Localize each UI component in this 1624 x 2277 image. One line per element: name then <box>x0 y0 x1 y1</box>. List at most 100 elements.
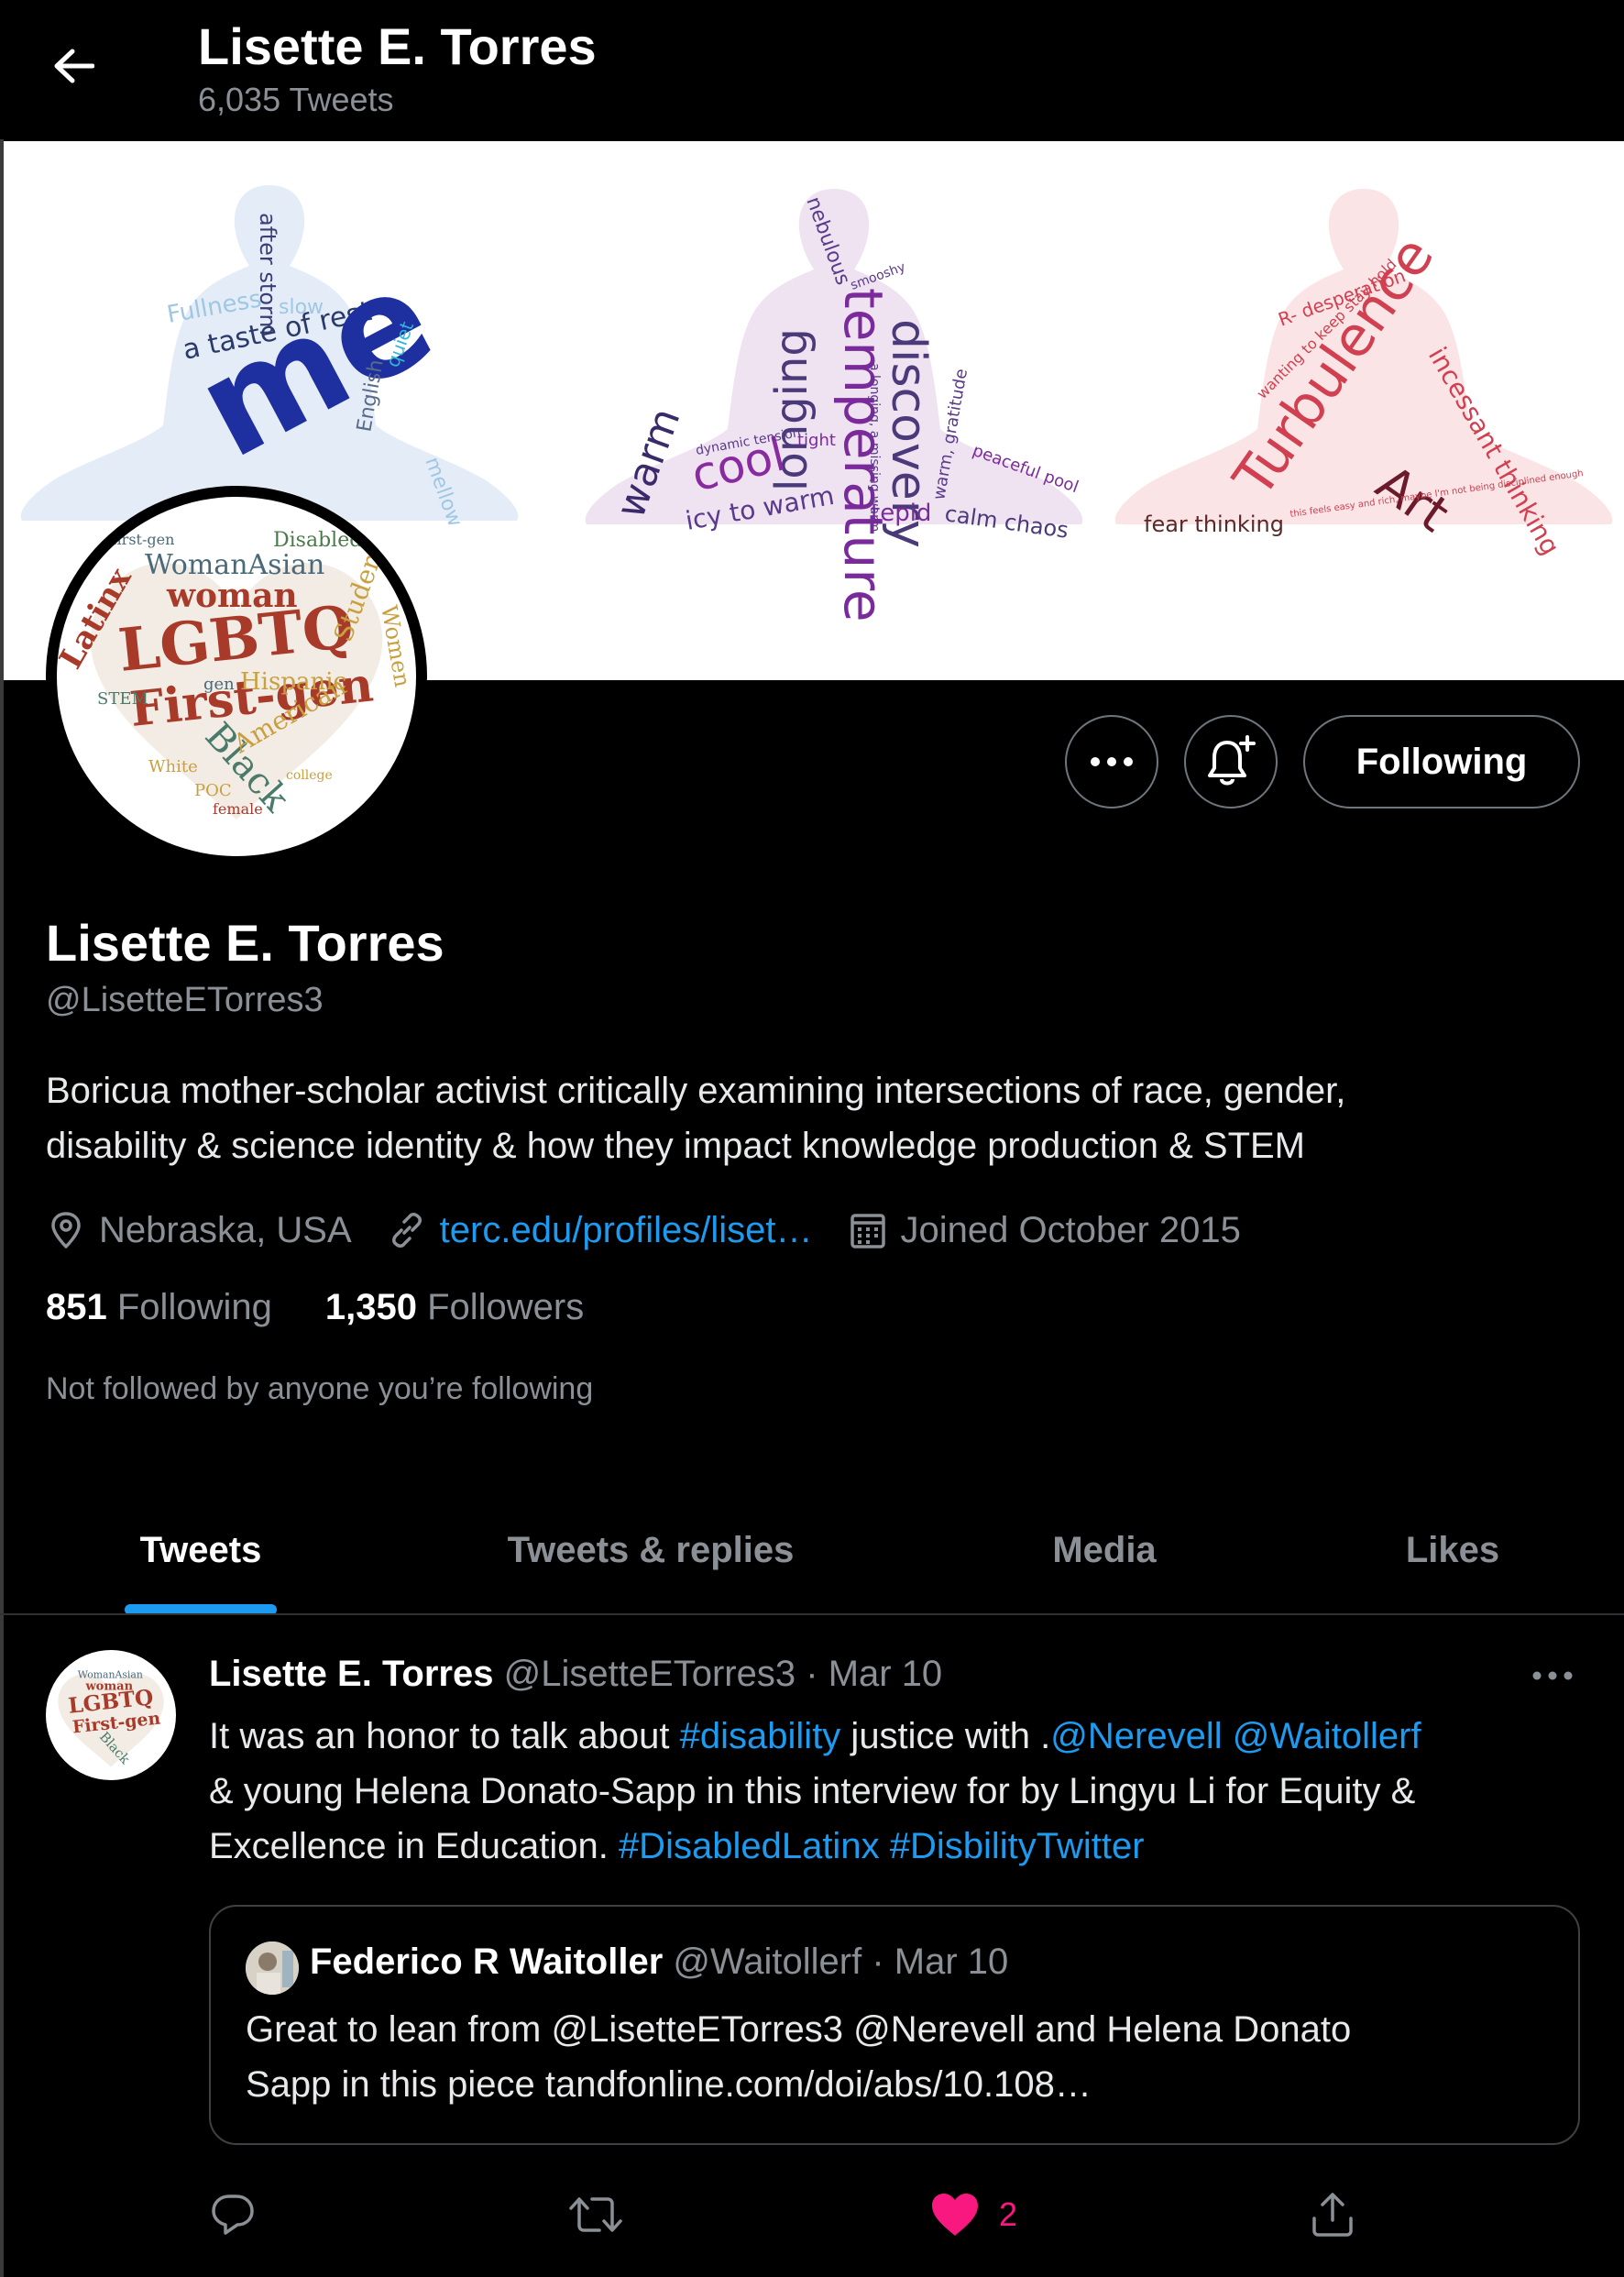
location-text: Nebraska, USA <box>99 1209 352 1250</box>
following-count: 851 <box>46 1287 107 1327</box>
tweet-author-avatar[interactable]: LGBTQ First-gen woman WomanAsian Black <box>46 1650 176 1780</box>
tweet[interactable]: LGBTQ First-gen woman WomanAsian Black L… <box>0 1615 1624 2277</box>
tweet-line: Excellence in Education. #DisabledLatinx… <box>209 1819 1584 1874</box>
profile-avatar[interactable]: LGBTQ First-gen woman WomanAsian Latinx … <box>46 486 427 867</box>
avatar-image: LGBTQ First-gen woman WomanAsian Latinx … <box>57 497 416 856</box>
back-button[interactable] <box>40 33 106 99</box>
more-horizontal-icon <box>1532 1671 1573 1680</box>
avatar-word: college <box>286 768 333 783</box>
bio-line: disability & science identity & how they… <box>46 1126 1306 1166</box>
avatar-word: gen <box>203 675 235 694</box>
tweet-line: & young Helena Donato-Sapp in this inter… <box>209 1771 1416 1811</box>
quoted-tweet-text: Great to lean from @LisetteETorres3 @Ner… <box>246 2002 1547 2112</box>
profile-handle: @LisetteETorres3 <box>46 981 324 1019</box>
profile-tabs: Tweets Tweets & replies Media Likes <box>0 1485 1624 1615</box>
following-stat[interactable]: 851 Following <box>46 1287 272 1328</box>
banner-word: tight <box>797 431 836 450</box>
profile-location: Nebraska, USA <box>46 1210 352 1251</box>
tab-tweets-replies[interactable]: Tweets & replies <box>440 1485 861 1615</box>
link-icon <box>391 1213 422 1248</box>
profile-page: Lisette E. Torres 6,035 Tweets after sto… <box>0 0 1624 2277</box>
avatar-word: WomanAsian <box>145 549 324 581</box>
hashtag-link[interactable]: #disability <box>680 1716 841 1756</box>
quoted-line: Great to lean from @LisetteETorres3 @Ner… <box>246 2009 1352 2050</box>
more-options-button[interactable] <box>1065 715 1158 808</box>
profile-name: Lisette E. Torres <box>46 914 444 972</box>
tweet-author-name[interactable]: Lisette E. Torres <box>209 1654 493 1694</box>
avatar-word: STEM <box>97 689 148 709</box>
hashtag-link[interactable]: #DisabledLatinx <box>619 1826 880 1866</box>
tab-tweets[interactable]: Tweets <box>77 1485 324 1615</box>
banner-panel-1: after storm a taste of rest me Fullness … <box>20 185 519 530</box>
tweet-date[interactable]: Mar 10 <box>828 1654 943 1694</box>
banner-panel-2: nebulous temperature discovery longing w… <box>585 189 1083 622</box>
banner-word: a longing, a missing warm <box>867 363 882 532</box>
map-pin-icon <box>51 1212 81 1248</box>
quoted-author-handle: @Waitollerf <box>673 1942 862 1982</box>
profile-joined: Joined October 2015 <box>848 1210 1241 1251</box>
reply-icon <box>212 2194 254 2235</box>
following-button[interactable]: Following <box>1303 715 1580 808</box>
quoted-separator: · <box>872 1942 884 1982</box>
profile-stats: 851 Following 1,350 Followers <box>46 1287 637 1328</box>
banner-panel-3: Turbulence Art fear thinking incessant t… <box>1114 189 1613 560</box>
retweet-button[interactable] <box>568 2169 623 2260</box>
profile-meta: Nebraska, USA terc.edu/profiles/liset… J… <box>46 1203 1276 1258</box>
tweet-text-segment <box>1223 1716 1233 1756</box>
avatar-word: POC <box>194 781 232 800</box>
share-button[interactable] <box>1309 2169 1356 2260</box>
avatar-word: first-gen <box>112 531 174 548</box>
avatar-word: White <box>148 757 198 776</box>
profile-website: terc.edu/profiles/liset… <box>387 1210 813 1251</box>
quoted-tweet-header: Federico R Waitoller @Waitollerf · Mar 1… <box>310 1942 1008 1983</box>
like-count: 2 <box>999 2195 1018 2233</box>
avatar-word: woman <box>166 577 298 615</box>
website-link[interactable]: terc.edu/profiles/liset… <box>440 1210 813 1251</box>
tab-media[interactable]: Media <box>971 1485 1237 1615</box>
tweet-header: Lisette E. Torres @LisetteETorres3 · Mar… <box>209 1654 942 1695</box>
mention-link[interactable]: @Waitollerf <box>1233 1716 1421 1756</box>
banner-word: fear thinking <box>1144 512 1284 537</box>
retweet-icon <box>569 2197 622 2232</box>
followers-you-know: Not followed by anyone you’re following <box>46 1371 594 1406</box>
avatar-wordcloud: LGBTQ First-gen woman WomanAsian Latinx … <box>57 529 415 820</box>
reply-button[interactable] <box>209 2169 257 2260</box>
mention-link[interactable]: @Nerevell <box>1050 1716 1222 1756</box>
top-bar: Lisette E. Torres 6,035 Tweets <box>0 0 1624 139</box>
followers-count: 1,350 <box>324 1287 417 1327</box>
tweet-text: It was an honor to talk about #disabilit… <box>209 1709 1584 1874</box>
notifications-button[interactable] <box>1184 715 1278 808</box>
tweet-author-handle[interactable]: @LisetteETorres3 <box>504 1654 796 1694</box>
more-horizontal-icon <box>1091 757 1133 766</box>
avatar-word: WomanAsian <box>78 1668 143 1680</box>
tweet-text-segment: justice with . <box>840 1716 1051 1756</box>
followers-label: Followers <box>427 1287 585 1327</box>
calendar-icon <box>850 1214 885 1248</box>
avatar-word: Disabled <box>273 529 362 552</box>
followers-stat[interactable]: 1,350 Followers <box>325 1287 584 1328</box>
tweet-avatar-wordcloud: LGBTQ First-gen woman WomanAsian Black <box>58 1668 164 1767</box>
notification-bell-plus-icon <box>1208 735 1256 786</box>
quoted-author-name: Federico R Waitoller <box>310 1942 664 1982</box>
hashtag-link[interactable]: #DisbilityTwitter <box>890 1826 1145 1866</box>
quoted-line: Sapp in this piece tandfonline.com/doi/a… <box>246 2064 1092 2105</box>
avatar-word: woman <box>84 1679 133 1693</box>
tweet-line: It was an honor to talk about #disabilit… <box>209 1709 1584 1764</box>
tab-likes[interactable]: Likes <box>1338 1485 1567 1615</box>
joined-text: Joined October 2015 <box>900 1209 1241 1250</box>
tweet-separator: · <box>806 1654 818 1694</box>
header-tweet-count: 6,035 Tweets <box>198 81 394 118</box>
following-label: Following <box>116 1287 272 1327</box>
tweet-text-segment: Excellence in Education. <box>209 1826 619 1866</box>
quoted-date: Mar 10 <box>894 1942 1009 1982</box>
quoted-tweet[interactable]: Federico R Waitoller @Waitollerf · Mar 1… <box>209 1905 1580 2145</box>
like-button[interactable]: 2 <box>929 2169 1017 2260</box>
header-title: Lisette E. Torres <box>198 17 597 75</box>
banner-word: slow <box>279 296 324 319</box>
bio-line: Boricua mother-scholar activist critical… <box>46 1071 1346 1111</box>
quoted-avatar-image <box>246 1942 299 1995</box>
quoted-author-avatar <box>246 1942 299 1995</box>
heart-filled-icon <box>932 2194 978 2236</box>
tweet-more-button[interactable] <box>1525 1654 1580 1698</box>
tweet-text-segment: It was an honor to talk about <box>209 1716 680 1756</box>
